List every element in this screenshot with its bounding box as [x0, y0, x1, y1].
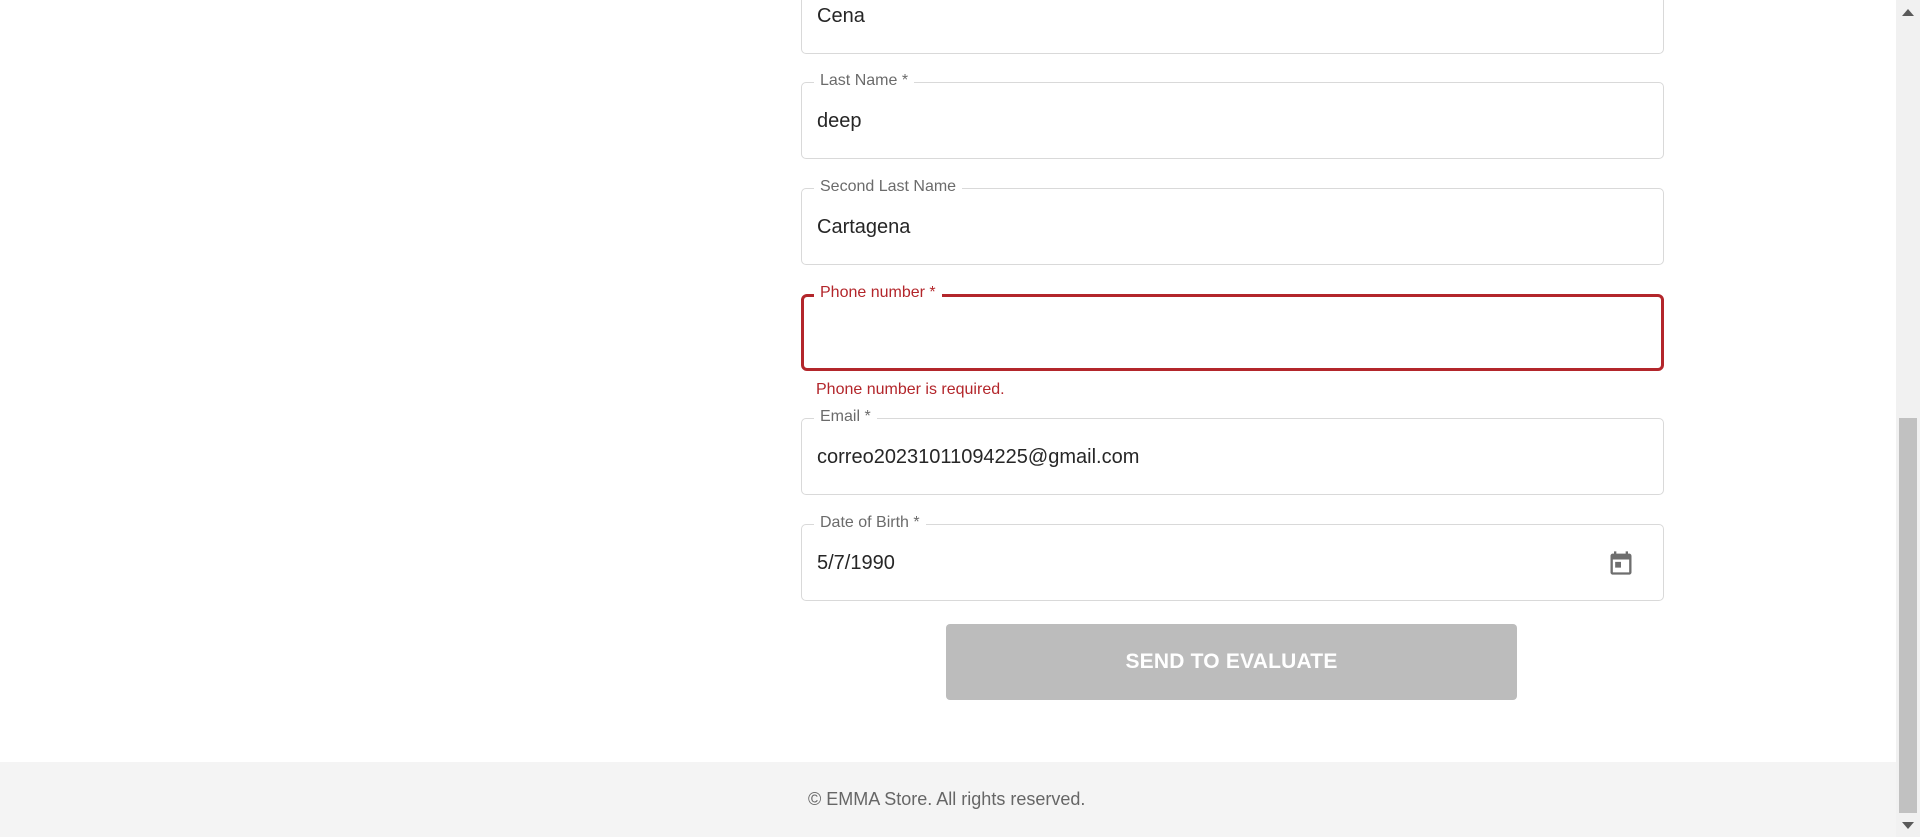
first-name-field[interactable]: Cena	[801, 0, 1664, 54]
phone-number-field[interactable]: Phone number *	[801, 283, 1664, 371]
last-name-label: Last Name *	[814, 71, 915, 91]
second-last-name-value: Cartagena	[817, 216, 911, 238]
main-content: Cena Last Name * deep Second Last Name C…	[0, 0, 1896, 837]
date-of-birth-field[interactable]: Date of Birth * 5/7/1990	[801, 513, 1664, 601]
email-value: correo20231011094225@gmail.com	[817, 446, 1140, 468]
last-name-value: deep	[817, 110, 862, 132]
last-name-field[interactable]: Last Name * deep	[801, 71, 1664, 159]
scroll-down-arrow-icon[interactable]	[1902, 822, 1914, 829]
scroll-up-arrow-icon[interactable]	[1902, 9, 1914, 16]
footer: © EMMA Store. All rights reserved.	[0, 762, 1896, 837]
date-of-birth-label: Date of Birth *	[814, 513, 926, 533]
phone-number-error: Phone number is required.	[816, 381, 1005, 398]
page: Cena Last Name * deep Second Last Name C…	[0, 0, 1920, 837]
second-last-name-label: Second Last Name	[814, 177, 963, 197]
calendar-icon[interactable]	[1607, 549, 1635, 577]
scrollbar-thumb[interactable]	[1899, 418, 1917, 813]
email-field[interactable]: Email * correo20231011094225@gmail.com	[801, 407, 1664, 495]
footer-copyright: © EMMA Store. All rights reserved.	[808, 789, 1086, 809]
vertical-scrollbar[interactable]	[1896, 0, 1920, 837]
second-last-name-field[interactable]: Second Last Name Cartagena	[801, 177, 1664, 265]
send-to-evaluate-button[interactable]: SEND TO EVALUATE	[946, 624, 1517, 700]
phone-number-label: Phone number *	[814, 283, 942, 303]
first-name-value: Cena	[817, 5, 865, 27]
date-of-birth-value: 5/7/1990	[817, 552, 895, 574]
email-label: Email *	[814, 407, 877, 427]
